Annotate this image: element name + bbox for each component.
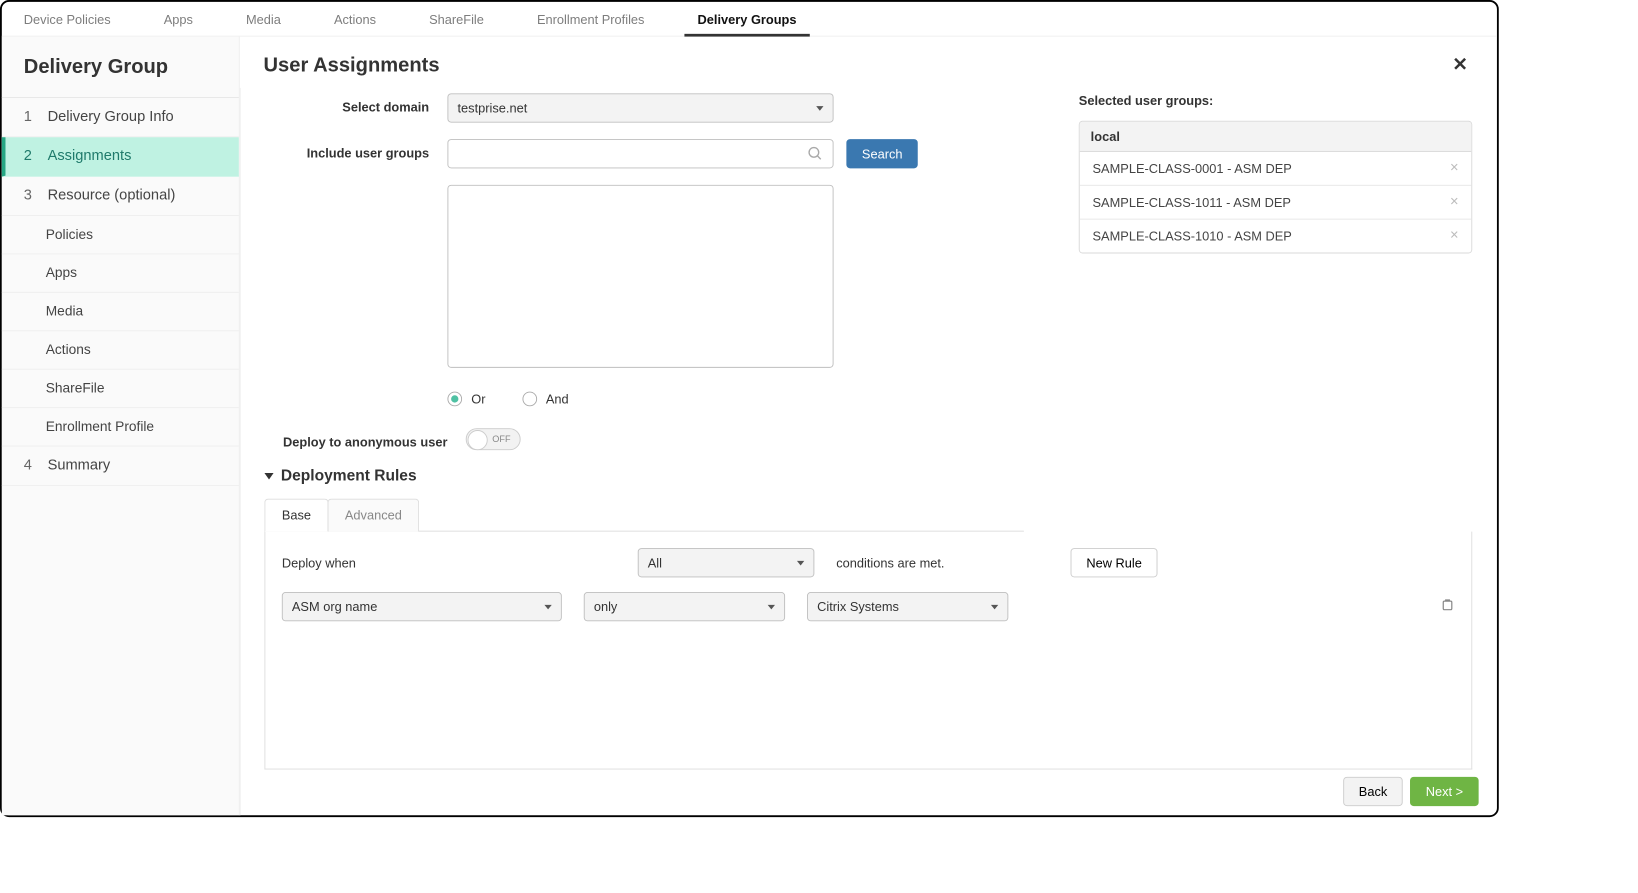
next-button[interactable]: Next > (1410, 777, 1478, 806)
user-groups-results-list[interactable] (447, 185, 833, 368)
step-label: Media (46, 304, 83, 320)
sidebar-item-delivery-group-info[interactable]: 1 Delivery Group Info (2, 98, 239, 137)
top-tab-sharefile[interactable]: ShareFile (416, 1, 496, 36)
radio-dot-icon (522, 392, 537, 407)
remove-group-icon[interactable]: × (1446, 194, 1462, 210)
selected-user-groups-title: Selected user groups: (1079, 93, 1472, 108)
sidebar-item-enrollment-profile[interactable]: Enrollment Profile (2, 408, 239, 446)
deploy-anonymous-toggle[interactable]: OFF (466, 428, 521, 450)
group-item: SAMPLE-CLASS-0001 - ASM DEP × (1080, 152, 1472, 186)
group-header-local: local (1080, 122, 1472, 152)
tab-base[interactable]: Base (264, 499, 328, 532)
include-user-groups-label: Include user groups (264, 139, 429, 160)
rule-value-text: Citrix Systems (817, 599, 899, 614)
select-domain-value: testprise.net (458, 101, 528, 116)
sidebar-item-actions[interactable]: Actions (2, 331, 239, 369)
user-groups-search-input[interactable] (447, 139, 833, 168)
top-tab-device-policies[interactable]: Device Policies (11, 1, 123, 36)
sidebar-title: Delivery Group (2, 37, 239, 98)
chevron-down-icon (544, 604, 551, 609)
top-tab-actions[interactable]: Actions (321, 1, 389, 36)
deploy-when-select[interactable]: All (638, 548, 815, 577)
page-title: User Assignments (264, 53, 440, 77)
group-item-label: SAMPLE-CLASS-1010 - ASM DEP (1093, 229, 1292, 244)
conditions-met-label: conditions are met. (836, 555, 944, 570)
sidebar-item-assignments[interactable]: 2 Assignments (2, 137, 239, 176)
select-domain-label: Select domain (264, 93, 429, 114)
step-number: 2 (24, 148, 35, 164)
rule-field-value: ASM org name (292, 599, 377, 614)
sidebar-item-media[interactable]: Media (2, 293, 239, 331)
user-groups-search-field[interactable] (458, 146, 808, 161)
step-label: Delivery Group Info (48, 109, 174, 125)
chevron-down-icon (991, 604, 998, 609)
sidebar-item-sharefile[interactable]: ShareFile (2, 370, 239, 408)
deploy-when-label: Deploy when (282, 555, 356, 570)
step-label: Enrollment Profile (46, 419, 154, 435)
step-label: Policies (46, 227, 93, 243)
triangle-down-icon (264, 473, 273, 479)
step-label: Summary (48, 458, 111, 474)
radio-or[interactable]: Or (447, 392, 485, 407)
sidebar-item-policies[interactable]: Policies (2, 216, 239, 254)
remove-group-icon[interactable]: × (1446, 160, 1462, 176)
selected-user-groups-panel: local SAMPLE-CLASS-0001 - ASM DEP × SAMP… (1079, 121, 1472, 254)
back-button[interactable]: Back (1343, 777, 1403, 806)
tab-advanced[interactable]: Advanced (327, 499, 419, 532)
group-item: SAMPLE-CLASS-1011 - ASM DEP × (1080, 186, 1472, 220)
deployment-rules-toggle[interactable]: Deployment Rules (264, 467, 1023, 485)
remove-group-icon[interactable]: × (1446, 228, 1462, 244)
top-tab-enrollment-profiles[interactable]: Enrollment Profiles (524, 1, 657, 36)
sidebar-item-resource[interactable]: 3 Resource (optional) (2, 177, 239, 216)
sidebar-item-apps[interactable]: Apps (2, 254, 239, 292)
top-tab-apps[interactable]: Apps (151, 1, 206, 36)
chevron-down-icon (768, 604, 775, 609)
group-item-label: SAMPLE-CLASS-1011 - ASM DEP (1093, 195, 1291, 210)
top-tab-delivery-groups[interactable]: Delivery Groups (685, 1, 810, 36)
deploy-when-value: All (648, 555, 662, 570)
close-icon[interactable]: ✕ (1447, 53, 1473, 76)
rule-field-select[interactable]: ASM org name (282, 592, 562, 621)
radio-and[interactable]: And (522, 392, 569, 407)
sidebar-item-summary[interactable]: 4 Summary (2, 447, 239, 486)
rule-value-select[interactable]: Citrix Systems (807, 592, 1008, 621)
wizard-sidebar: Delivery Group 1 Delivery Group Info 2 A… (2, 37, 240, 816)
step-label: Apps (46, 265, 77, 281)
toggle-off-text: OFF (492, 434, 510, 444)
chevron-down-icon (797, 560, 804, 565)
step-number: 4 (24, 458, 35, 474)
top-tab-media[interactable]: Media (233, 1, 294, 36)
step-number: 3 (24, 188, 35, 204)
group-item-label: SAMPLE-CLASS-0001 - ASM DEP (1093, 161, 1292, 176)
search-button[interactable]: Search (846, 139, 918, 168)
step-number: 1 (24, 109, 35, 125)
step-label: ShareFile (46, 381, 105, 397)
select-domain-dropdown[interactable]: testprise.net (447, 93, 833, 122)
radio-and-label: And (546, 392, 569, 407)
step-label: Resource (optional) (48, 188, 176, 204)
step-label: Actions (46, 342, 91, 358)
top-tab-bar: Device Policies Apps Media Actions Share… (2, 2, 1497, 37)
rule-operator-select[interactable]: only (584, 592, 785, 621)
rule-operator-value: only (594, 599, 618, 614)
chevron-down-icon (816, 106, 823, 111)
radio-or-label: Or (471, 392, 485, 407)
radio-dot-icon (447, 392, 462, 407)
group-item: SAMPLE-CLASS-1010 - ASM DEP × (1080, 220, 1472, 253)
deploy-anonymous-label: Deploy to anonymous user (264, 428, 447, 449)
search-icon (807, 145, 823, 161)
step-label: Assignments (48, 148, 132, 164)
deployment-rules-title: Deployment Rules (281, 467, 417, 485)
